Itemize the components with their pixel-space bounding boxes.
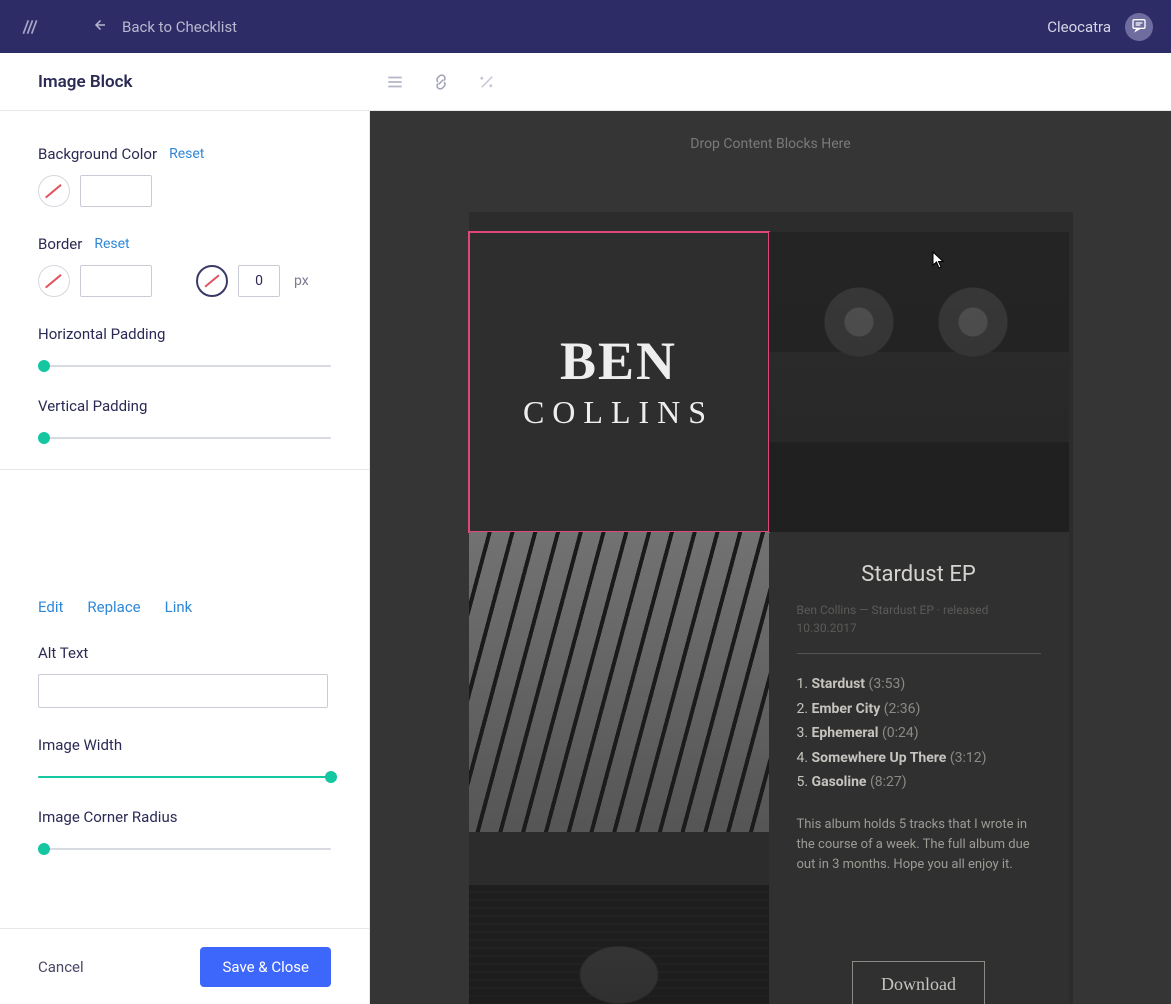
link-tool-icon[interactable]: [432, 73, 450, 91]
bg-color-none-swatch[interactable]: [38, 175, 70, 207]
image-corner-radius-label: Image Corner Radius: [38, 808, 331, 826]
ep-title: Stardust EP: [797, 562, 1041, 587]
top-bar: Back to Checklist Cleocatra: [0, 0, 1171, 53]
download-cell: Download: [769, 885, 1069, 1004]
save-and-close-button[interactable]: Save & Close: [200, 947, 331, 987]
email-template: BEN COLLINS Stardust EP Ben Collins — St…: [469, 212, 1073, 1004]
image-corner-radius-field: Image Corner Radius: [38, 808, 331, 850]
background-color-reset[interactable]: Reset: [169, 146, 204, 162]
download-button[interactable]: Download: [852, 961, 985, 1004]
back-to-checklist[interactable]: Back to Checklist: [90, 16, 237, 38]
alt-text-input[interactable]: [38, 674, 328, 708]
image-width-label: Image Width: [38, 736, 331, 754]
magic-icon[interactable]: [478, 73, 496, 91]
image-block-logo[interactable]: BEN COLLINS: [469, 232, 769, 532]
chat-button[interactable]: [1125, 13, 1153, 41]
chat-icon: [1131, 17, 1147, 37]
horizontal-padding-field: Horizontal Padding: [38, 325, 331, 367]
alt-text-label: Alt Text: [38, 644, 88, 662]
border-reset[interactable]: Reset: [94, 236, 129, 252]
image-actions-row: Edit Replace Link: [38, 598, 331, 616]
border-field: Border Reset px: [38, 235, 331, 297]
vertical-padding-field: Vertical Padding: [38, 397, 331, 439]
border-style-picker[interactable]: [196, 265, 228, 297]
section-divider: [0, 469, 369, 470]
border-label: Border: [38, 235, 82, 253]
alt-text-field: Alt Text: [38, 644, 331, 708]
cancel-button[interactable]: Cancel: [38, 958, 84, 976]
border-color-none-swatch[interactable]: [38, 265, 70, 297]
stardust-ep-panel: Stardust EP Ben Collins — Stardust EP · …: [769, 532, 1069, 885]
user-name[interactable]: Cleocatra: [1047, 18, 1111, 36]
border-width-input[interactable]: [238, 265, 280, 297]
replace-link[interactable]: Replace: [87, 598, 140, 616]
vertical-padding-label: Vertical Padding: [38, 397, 331, 415]
track-row: 2. Ember City (2:36): [797, 697, 1041, 722]
edit-link[interactable]: Edit: [38, 598, 63, 616]
ep-meta: Ben Collins — Stardust EP · released 10.…: [797, 601, 1041, 637]
back-label: Back to Checklist: [122, 18, 237, 36]
horizontal-padding-label: Horizontal Padding: [38, 325, 331, 343]
sub-toolbar: Image Block: [0, 53, 1171, 111]
image-block-microphone[interactable]: [469, 885, 769, 1004]
background-color-field: Background Color Reset: [38, 145, 331, 207]
back-arrow-icon: [90, 16, 108, 38]
image-block-studio[interactable]: [769, 232, 1069, 532]
border-width-unit: px: [294, 273, 309, 289]
ben-collins-logo: BEN COLLINS: [523, 334, 714, 431]
sidebar-footer: Cancel Save & Close: [0, 928, 369, 1004]
image-width-slider[interactable]: [38, 776, 331, 778]
track-row: 4. Somewhere Up There (3:12): [797, 746, 1041, 771]
ep-tracklist: 1. Stardust (3:53) 2. Ember City (2:36) …: [797, 672, 1041, 795]
drop-zone-hint: Drop Content Blocks Here: [370, 111, 1171, 152]
track-row: 3. Ephemeral (0:24): [797, 721, 1041, 746]
vertical-padding-slider[interactable]: [38, 437, 331, 439]
blocks-icon[interactable]: [386, 73, 404, 91]
ep-divider: [797, 653, 1041, 654]
track-row: 5. Gasoline (8:27): [797, 770, 1041, 795]
image-block-piano[interactable]: [469, 532, 769, 832]
properties-sidebar: Background Color Reset Border Reset: [0, 111, 370, 1004]
logo-line1: BEN: [523, 334, 714, 388]
track-row: 1. Stardust (3:53): [797, 672, 1041, 697]
panel-title: Image Block: [0, 53, 370, 110]
ep-description: This album holds 5 tracks that I wrote i…: [797, 815, 1041, 875]
canvas-preview[interactable]: Drop Content Blocks Here BEN COLLINS: [370, 111, 1171, 1004]
mouse-cursor-icon: [932, 251, 946, 269]
bg-color-input[interactable]: [80, 175, 152, 207]
image-width-field: Image Width: [38, 736, 331, 778]
logo-line2: COLLINS: [523, 394, 714, 431]
border-color-input[interactable]: [80, 265, 152, 297]
background-color-label: Background Color: [38, 145, 157, 163]
link-link[interactable]: Link: [165, 598, 193, 616]
app-logo: [18, 15, 42, 39]
horizontal-padding-slider[interactable]: [38, 365, 331, 367]
image-corner-radius-slider[interactable]: [38, 848, 331, 850]
